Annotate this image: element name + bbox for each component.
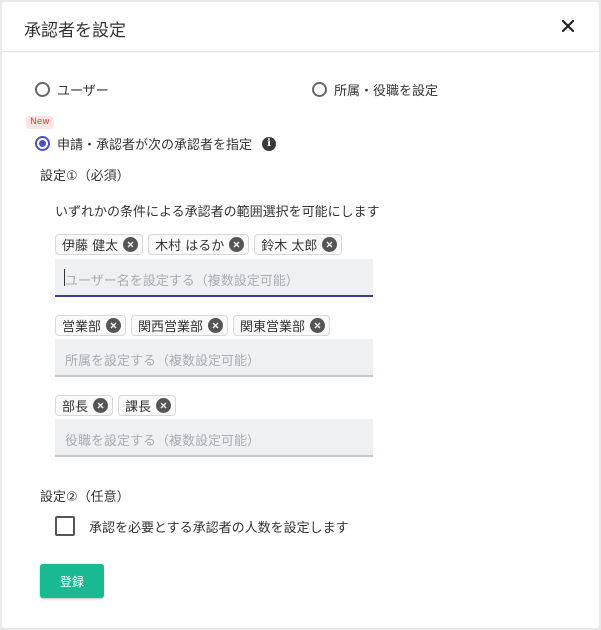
department-chip: 関西営業部 bbox=[131, 315, 229, 336]
remove-chip-icon[interactable] bbox=[106, 318, 122, 333]
setting2-label: 設定②（任意） bbox=[40, 490, 130, 505]
chip-label: 課長 bbox=[125, 400, 152, 415]
checkbox-label: 承認を必要とする承認者の人数を設定します bbox=[89, 521, 349, 536]
radio-label: 所属・役職を設定 bbox=[334, 84, 439, 99]
user-search-input[interactable]: ユーザー名を設定する（複数設定可能） bbox=[55, 259, 373, 297]
position-input[interactable]: 役職を設定する（複数設定可能） bbox=[55, 419, 373, 457]
position-chip: 課長 bbox=[118, 395, 177, 416]
remove-chip-icon[interactable] bbox=[229, 237, 245, 252]
remove-chip-icon[interactable] bbox=[208, 318, 224, 333]
radio-button-selected[interactable] bbox=[35, 136, 50, 151]
approver-count-checkbox[interactable] bbox=[55, 516, 75, 536]
approver-dialog: 承認者を設定 ユーザー 所属・役職を設定 New 申請・承認者が次の承認者を指定… bbox=[2, 2, 599, 628]
remove-chip-icon[interactable] bbox=[93, 398, 109, 413]
radio-option-user[interactable]: ユーザー bbox=[35, 80, 109, 99]
dialog-title: 承認者を設定 bbox=[24, 21, 126, 41]
remove-chip-icon[interactable] bbox=[322, 237, 338, 252]
department-chip-list: 営業部 関西営業部 関東営業部 bbox=[55, 315, 331, 336]
chip-label: 関西営業部 bbox=[138, 320, 204, 335]
close-icon bbox=[561, 19, 575, 33]
new-badge: New bbox=[26, 116, 54, 129]
radio-option-department-position[interactable]: 所属・役職を設定 bbox=[312, 80, 438, 99]
setting1-label: 設定①（必須） bbox=[40, 169, 130, 184]
user-chip: 伊藤 健太 bbox=[55, 234, 144, 255]
close-button[interactable] bbox=[557, 15, 579, 37]
radio-button[interactable] bbox=[35, 82, 50, 97]
chip-label: 関東営業部 bbox=[240, 320, 306, 335]
radio-button[interactable] bbox=[312, 82, 327, 97]
remove-chip-icon[interactable] bbox=[310, 318, 326, 333]
user-chip: 鈴木 太郎 bbox=[254, 234, 343, 255]
user-chip: 木村 はるか bbox=[148, 234, 250, 255]
chip-label: 鈴木 太郎 bbox=[261, 239, 318, 254]
position-chip-list: 部長 課長 bbox=[55, 395, 177, 416]
setting1-description: いずれかの条件による承認者の範囲選択を可能にします bbox=[55, 205, 380, 220]
department-chip: 関東営業部 bbox=[233, 315, 331, 336]
dialog-header: 承認者を設定 bbox=[2, 2, 599, 52]
chip-label: 木村 はるか bbox=[155, 239, 225, 254]
radio-label: 申請・承認者が次の承認者を指定 bbox=[57, 138, 253, 153]
chip-label: 部長 bbox=[62, 400, 89, 415]
department-input[interactable]: 所属を設定する（複数設定可能） bbox=[55, 339, 373, 377]
remove-chip-icon[interactable] bbox=[123, 237, 139, 252]
remove-chip-icon[interactable] bbox=[156, 398, 172, 413]
info-icon[interactable]: i bbox=[262, 136, 277, 151]
radio-label: ユーザー bbox=[57, 84, 109, 99]
radio-option-applicant-specifies[interactable]: 申請・承認者が次の承認者を指定 i bbox=[35, 134, 277, 153]
user-chip-list: 伊藤 健太 木村 はるか 鈴木 太郎 bbox=[55, 234, 343, 255]
chip-label: 営業部 bbox=[62, 320, 102, 335]
position-chip: 部長 bbox=[55, 395, 114, 416]
chip-label: 伊藤 健太 bbox=[62, 239, 119, 254]
department-chip: 営業部 bbox=[55, 315, 127, 336]
submit-button[interactable]: 登録 bbox=[40, 564, 104, 598]
